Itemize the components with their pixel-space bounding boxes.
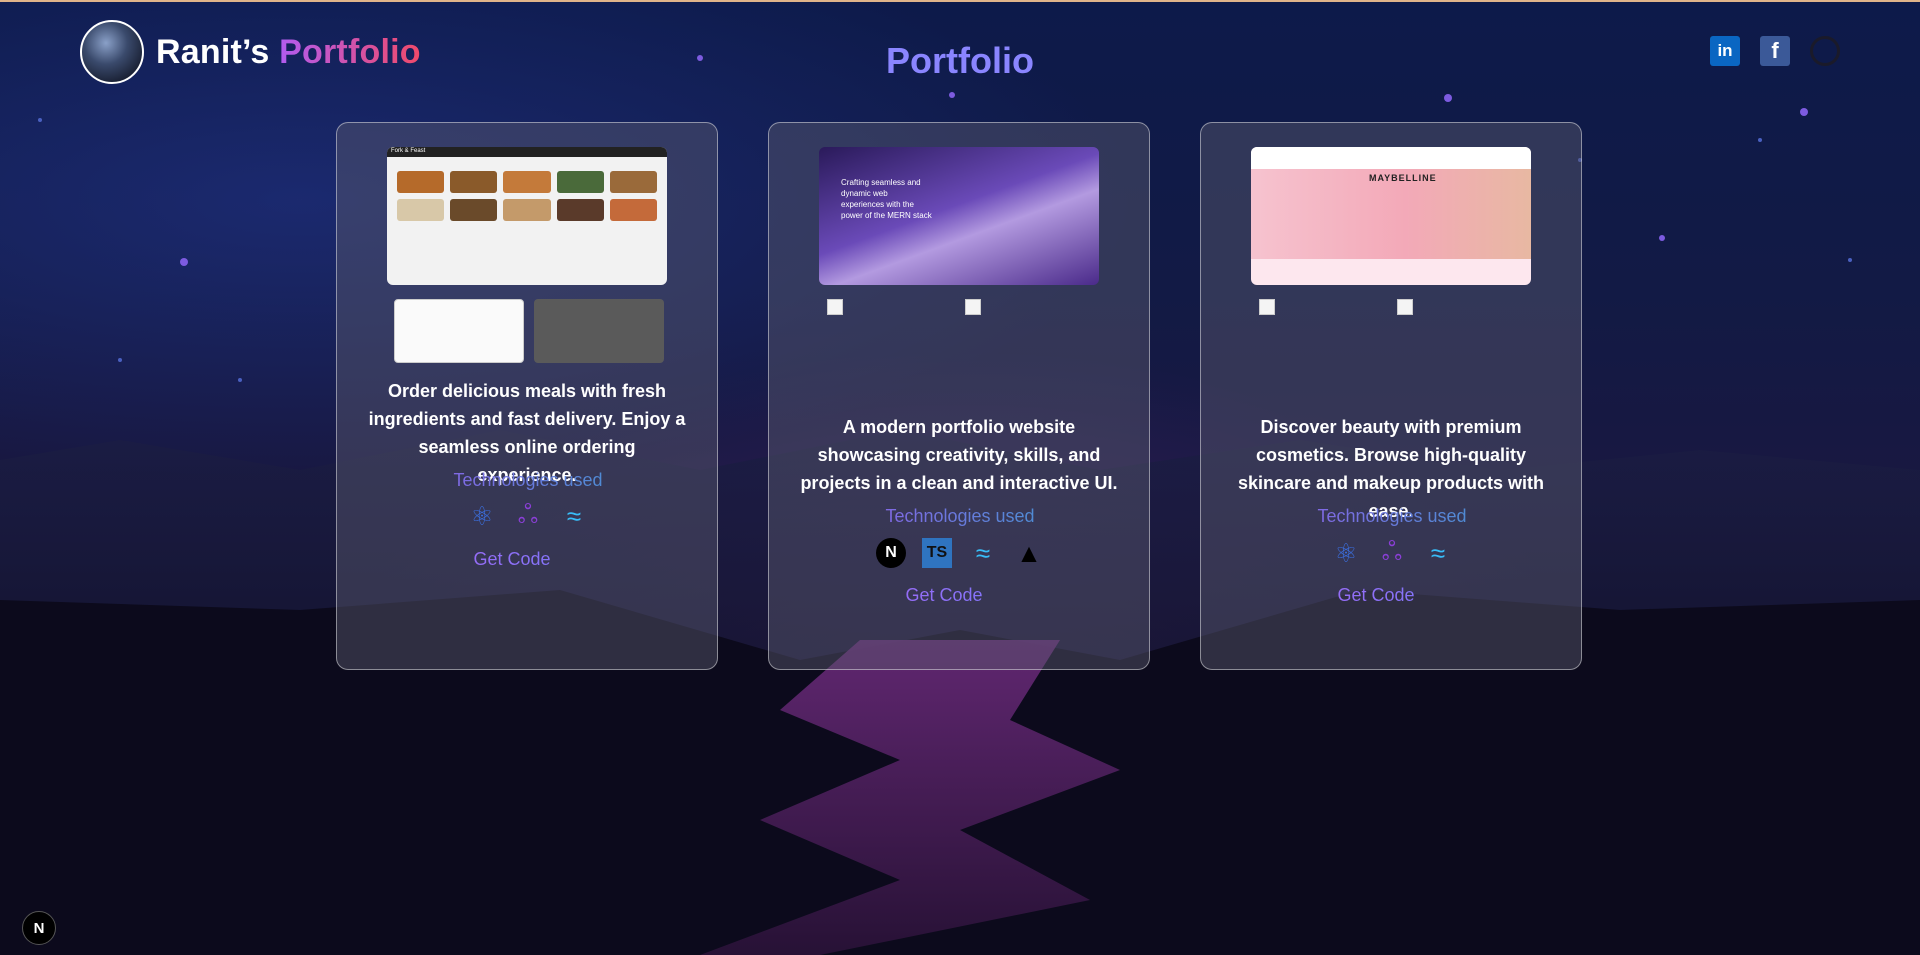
- preview-title: Fork & Feast: [391, 148, 426, 154]
- preview-text: Crafting seamless and dynamic web experi…: [841, 178, 932, 220]
- broken-image-icon: [965, 299, 981, 315]
- nextjs-icon: N: [876, 538, 906, 568]
- github-icon[interactable]: [1810, 36, 1840, 66]
- redux-icon: ஃ: [1381, 536, 1403, 566]
- technologies-label: Technologies used: [1201, 506, 1583, 527]
- technologies-label: Technologies used: [769, 506, 1151, 527]
- broken-image-icon: [827, 299, 843, 315]
- get-code-link[interactable]: Get Code: [769, 585, 1119, 606]
- typescript-icon: TS: [922, 538, 952, 568]
- page-title: Portfolio: [886, 40, 1034, 81]
- thumbnail-image[interactable]: [394, 299, 524, 363]
- technologies-label: Technologies used: [337, 470, 719, 491]
- project-card-food: Fork & Feast Order delicious meals with …: [336, 122, 718, 670]
- tailwind-icon: ≈: [975, 537, 991, 568]
- redux-icon: ஃ: [517, 499, 539, 529]
- technologies-list: N TS ≈ ▲: [769, 538, 1151, 568]
- linkedin-icon[interactable]: in: [1710, 36, 1740, 66]
- technologies-list: ⚛ ஃ ≈: [337, 499, 719, 531]
- project-card-cosmetics: MAYBELLINE Discover beauty with premium …: [1200, 122, 1582, 670]
- broken-image-icon: [1259, 299, 1275, 315]
- react-icon: ⚛: [470, 500, 494, 531]
- tailwind-icon: ≈: [1430, 537, 1446, 568]
- tailwind-icon: ≈: [566, 500, 582, 531]
- nextjs-dev-badge[interactable]: N: [22, 911, 56, 945]
- project-card-portfolio: Crafting seamless and dynamic web experi…: [768, 122, 1150, 670]
- get-code-link[interactable]: Get Code: [337, 549, 687, 570]
- vercel-icon: ▲: [1016, 537, 1042, 568]
- react-icon: ⚛: [1334, 537, 1358, 568]
- project-screenshot-cosmetics[interactable]: MAYBELLINE: [1251, 147, 1531, 285]
- preview-banner: MAYBELLINE: [1369, 173, 1437, 183]
- project-description: A modern portfolio website showcasing cr…: [800, 417, 1118, 493]
- broken-image-icon: [1397, 299, 1413, 315]
- technologies-list: ⚛ ஃ ≈: [1201, 536, 1583, 568]
- get-code-link[interactable]: Get Code: [1201, 585, 1551, 606]
- thumbnail-image[interactable]: [534, 299, 664, 363]
- facebook-icon[interactable]: f: [1760, 36, 1790, 66]
- project-screenshot-portfolio[interactable]: Crafting seamless and dynamic web experi…: [819, 147, 1099, 285]
- social-links: in f: [1710, 36, 1840, 66]
- project-screenshot-food[interactable]: Fork & Feast: [387, 147, 667, 285]
